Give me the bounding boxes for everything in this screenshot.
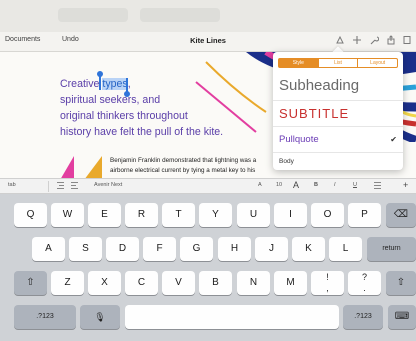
delete-key[interactable]: ⌫ bbox=[386, 203, 416, 227]
selection-handle-start[interactable] bbox=[96, 71, 103, 90]
app-toolbar: Documents Undo Kite Lines bbox=[0, 32, 416, 52]
key-n[interactable]: N bbox=[237, 271, 270, 295]
style-option-body[interactable]: Body bbox=[273, 152, 403, 170]
hide-keyboard-icon[interactable]: ⌨ bbox=[388, 305, 416, 329]
space-bar[interactable] bbox=[125, 305, 339, 329]
right-indent-icon[interactable] bbox=[70, 181, 79, 192]
hero-text: Creative bbox=[60, 78, 103, 90]
hero-text: original thinkers throughout bbox=[60, 110, 188, 122]
style-option-label: Pullquote bbox=[279, 134, 319, 145]
key-h[interactable]: H bbox=[218, 237, 251, 261]
kite-shape bbox=[60, 156, 74, 178]
key-o[interactable]: O bbox=[311, 203, 344, 227]
key-u[interactable]: U bbox=[237, 203, 270, 227]
microphone-icon[interactable]: 🎙 bbox=[80, 305, 120, 329]
key-c[interactable]: C bbox=[125, 271, 158, 295]
key-w[interactable]: W bbox=[51, 203, 84, 227]
style-popover: Style List Layout Subheading SUBTITLE Pu… bbox=[273, 52, 403, 170]
wrench-icon[interactable] bbox=[368, 35, 380, 47]
key-exclamation-comma[interactable]: ! , bbox=[311, 271, 344, 295]
format-bar: tab Avenir Next A 10 A B I U + bbox=[0, 178, 416, 194]
key-s[interactable]: S bbox=[69, 237, 102, 261]
key-a[interactable]: A bbox=[32, 237, 65, 261]
key-y[interactable]: Y bbox=[199, 203, 232, 227]
left-indent-icon[interactable] bbox=[56, 181, 65, 192]
tab-layout[interactable]: Layout bbox=[358, 59, 397, 67]
key-m[interactable]: M bbox=[274, 271, 307, 295]
divider bbox=[48, 181, 49, 192]
body-line: Benjamin Franklin demonstrated that ligh… bbox=[110, 157, 257, 164]
selection-handle-end[interactable] bbox=[123, 78, 130, 97]
key-l[interactable]: L bbox=[329, 237, 362, 261]
key-p[interactable]: P bbox=[348, 203, 381, 227]
checkmark-icon: ✔ bbox=[390, 135, 397, 144]
style-option-pullquote[interactable]: Pullquote ✔ bbox=[273, 126, 403, 152]
insert-plus-icon[interactable]: + bbox=[403, 180, 408, 190]
status-strip bbox=[0, 0, 416, 32]
blurred-tab bbox=[140, 8, 220, 22]
key-x[interactable]: X bbox=[88, 271, 121, 295]
key-j[interactable]: J bbox=[255, 237, 288, 261]
key-i[interactable]: I bbox=[274, 203, 307, 227]
key-e[interactable]: E bbox=[88, 203, 121, 227]
font-selector[interactable]: Avenir Next bbox=[94, 182, 122, 188]
ipad-screen: Documents Undo Kite Lines Creative types… bbox=[0, 0, 416, 341]
tab-key[interactable]: tab bbox=[8, 182, 16, 188]
paintbrush-icon[interactable] bbox=[334, 35, 346, 47]
italic-button[interactable]: I bbox=[334, 182, 336, 188]
blurred-tab bbox=[58, 8, 128, 22]
body-line: airborne electrical current by tying a m… bbox=[110, 167, 256, 174]
key-v[interactable]: V bbox=[162, 271, 195, 295]
underline-button[interactable]: U bbox=[353, 182, 357, 188]
numbers-key-left[interactable]: .?123 bbox=[14, 305, 76, 329]
hero-text: spiritual seekers, and bbox=[60, 94, 161, 106]
key-r[interactable]: R bbox=[125, 203, 158, 227]
numbers-key-right[interactable]: .?123 bbox=[343, 305, 383, 329]
shift-key-left[interactable]: ⇧ bbox=[14, 271, 47, 295]
shift-key-right[interactable]: ⇧ bbox=[386, 271, 416, 295]
bold-button[interactable]: B bbox=[314, 182, 318, 188]
style-option-subtitle[interactable]: SUBTITLE bbox=[273, 100, 403, 126]
key-k[interactable]: K bbox=[292, 237, 325, 261]
decrease-font-size-button[interactable]: A bbox=[258, 182, 262, 188]
share-icon[interactable] bbox=[385, 35, 397, 47]
hero-text: history have felt the pull of the kite. bbox=[60, 126, 224, 138]
key-z[interactable]: Z bbox=[51, 271, 84, 295]
onscreen-keyboard: Q W E R T Y U I O P ⌫ A S D F G H J K L … bbox=[0, 194, 416, 341]
key-q[interactable]: Q bbox=[14, 203, 47, 227]
kite-shape bbox=[84, 156, 102, 178]
hero-text: , bbox=[127, 78, 131, 90]
popover-segmented-control: Style List Layout bbox=[278, 58, 398, 68]
style-option-subheading[interactable]: Subheading bbox=[273, 72, 403, 100]
hero-quote[interactable]: Creative types, spiritual seekers, and o… bbox=[60, 76, 260, 140]
return-key[interactable]: return bbox=[367, 237, 416, 261]
selected-text[interactable]: types bbox=[102, 78, 128, 90]
plus-icon[interactable] bbox=[351, 35, 363, 47]
key-d[interactable]: D bbox=[106, 237, 139, 261]
key-b[interactable]: B bbox=[199, 271, 232, 295]
tab-style[interactable]: Style bbox=[279, 59, 319, 67]
align-icon[interactable] bbox=[373, 181, 382, 192]
key-t[interactable]: T bbox=[162, 203, 195, 227]
increase-font-size-button[interactable]: A bbox=[293, 180, 299, 190]
key-question-period[interactable]: ? . bbox=[348, 271, 381, 295]
more-icon[interactable] bbox=[401, 35, 413, 47]
tab-list[interactable]: List bbox=[319, 59, 359, 67]
key-g[interactable]: G bbox=[180, 237, 213, 261]
key-f[interactable]: F bbox=[143, 237, 176, 261]
font-size-value: 10 bbox=[276, 182, 283, 188]
